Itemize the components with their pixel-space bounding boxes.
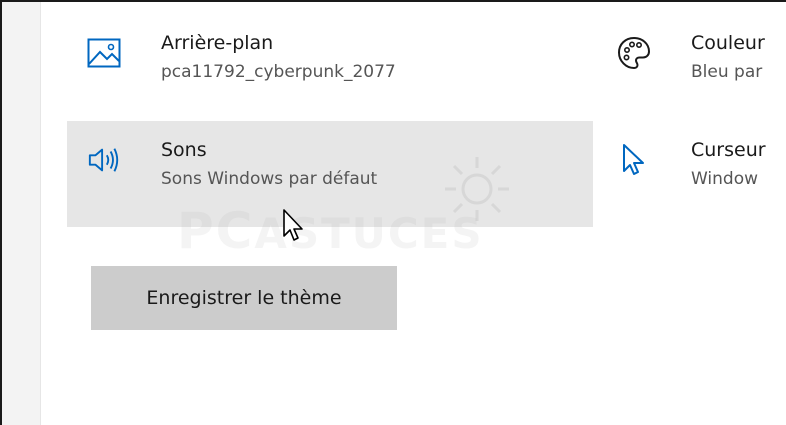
palette-icon: [617, 36, 651, 70]
pointer-icon: [617, 143, 651, 177]
color-value: Bleu par: [691, 62, 763, 82]
cursor-title: Curseur: [691, 139, 766, 161]
navigation-pane: [2, 2, 41, 425]
settings-window: Arrière-plan pca11792_cyberpunk_2077 Son…: [0, 0, 786, 425]
save-theme-button[interactable]: Enregistrer le thème: [91, 266, 397, 330]
background-value: pca11792_cyberpunk_2077: [161, 62, 396, 82]
cursor-value: Window: [691, 169, 759, 189]
cursor-setting[interactable]: Curseur Window: [611, 121, 786, 227]
theme-settings-panel: Arrière-plan pca11792_cyberpunk_2077 Son…: [41, 2, 786, 425]
picture-icon: [87, 36, 121, 70]
sounds-title: Sons: [161, 139, 207, 161]
color-title: Couleur: [691, 32, 765, 54]
sounds-setting[interactable]: Sons Sons Windows par défaut: [67, 121, 593, 227]
background-setting[interactable]: Arrière-plan pca11792_cyberpunk_2077: [67, 14, 593, 114]
color-setting[interactable]: Couleur Bleu par: [611, 14, 786, 114]
sounds-value: Sons Windows par défaut: [161, 169, 378, 189]
background-title: Arrière-plan: [161, 32, 274, 54]
speaker-icon: [87, 143, 121, 177]
